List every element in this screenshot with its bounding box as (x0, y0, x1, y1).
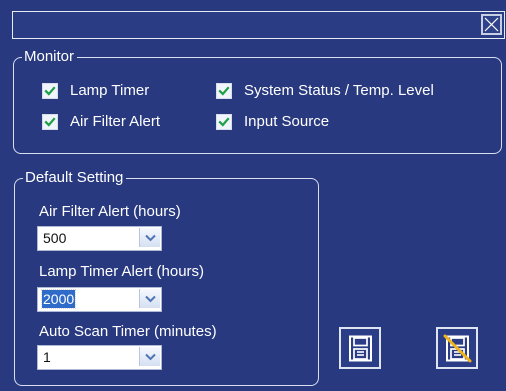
check-icon[interactable] (42, 82, 58, 99)
air-filter-alert-hours-label: Air Filter Alert (hours) (39, 203, 181, 220)
auto-scan-timer-select[interactable]: 1 (37, 345, 162, 370)
air-filter-alert-label: Air Filter Alert (70, 113, 161, 130)
chevron-down-icon[interactable] (139, 347, 160, 366)
air-filter-alert-select[interactable]: 500 (37, 226, 162, 251)
check-icon[interactable] (216, 82, 232, 99)
check-icon[interactable] (216, 113, 232, 130)
default-setting-group: Default Setting Air Filter Alert (hours)… (14, 168, 319, 386)
monitor-group: Monitor Lamp Timer Air Filter Alert Syst… (13, 47, 502, 154)
monitor-settings-panel: Monitor Lamp Timer Air Filter Alert Syst… (0, 0, 506, 391)
title-bar (12, 11, 505, 39)
auto-scan-timer-minutes-label: Auto Scan Timer (minutes) (39, 323, 217, 340)
save-button[interactable] (339, 327, 381, 369)
cancel-save-button[interactable] (436, 327, 478, 369)
chevron-down-icon[interactable] (139, 228, 160, 247)
save-icon (348, 335, 372, 361)
system-status-label: System Status / Temp. Level (244, 82, 434, 99)
input-source-checkbox-item[interactable]: Input Source (216, 113, 329, 130)
air-filter-alert-value: 500 (43, 230, 67, 246)
lamp-timer-alert-hours-label: Lamp Timer Alert (hours) (39, 263, 205, 280)
lamp-timer-checkbox-item[interactable]: Lamp Timer (42, 82, 149, 99)
check-icon[interactable] (42, 113, 58, 130)
close-icon[interactable] (481, 14, 502, 35)
air-filter-alert-checkbox-item[interactable]: Air Filter Alert (42, 113, 160, 130)
lamp-timer-alert-value: 2000 (40, 289, 77, 309)
system-status-checkbox-item[interactable]: System Status / Temp. Level (216, 82, 434, 99)
auto-scan-timer-value: 1 (43, 349, 51, 365)
cancel-save-icon (443, 334, 471, 362)
lamp-timer-label: Lamp Timer (70, 82, 150, 99)
input-source-label: Input Source (244, 113, 330, 130)
default-setting-group-title: Default Setting (23, 168, 127, 188)
monitor-group-title: Monitor (22, 47, 78, 67)
chevron-down-icon[interactable] (139, 289, 160, 308)
lamp-timer-alert-select[interactable]: 2000 (37, 287, 162, 312)
